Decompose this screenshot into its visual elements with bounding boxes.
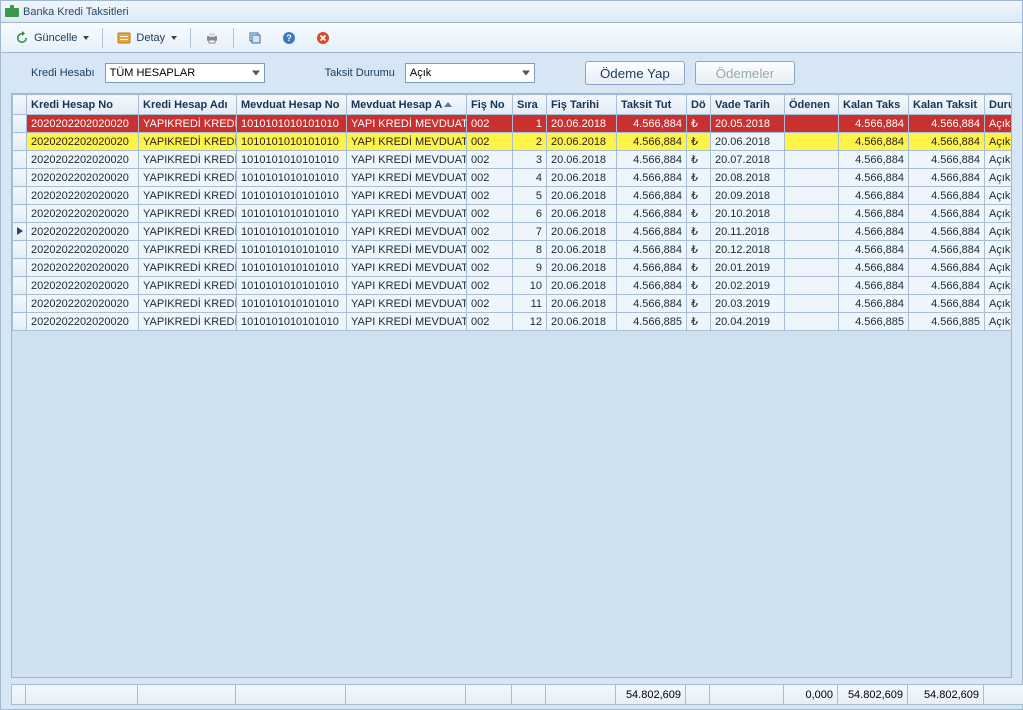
row-header-corner[interactable] [13,95,27,115]
account-label: Kredi Hesabı [31,67,95,79]
table-row[interactable]: 2020202202020020YAPIKREDİ KREDİ H1010101… [13,205,1012,223]
col-kalan-taksit-1[interactable]: Kalan Taks [839,95,909,115]
close-icon [315,30,331,46]
table-row[interactable]: 2020202202020020YAPIKREDİ KREDİ H1010101… [13,187,1012,205]
refresh-button[interactable]: Güncelle [7,27,96,49]
header-row: Kredi Hesap No Kredi Hesap Adı Mevduat H… [13,95,1012,115]
window-title: Banka Kredi Taksitleri [23,6,129,18]
col-fis-no[interactable]: Fiş No [467,95,513,115]
table-row[interactable]: 2020202202020020YAPIKREDİ KREDİ H1010101… [13,241,1012,259]
col-kredi-hesap-no[interactable]: Kredi Hesap No [27,95,139,115]
table-row[interactable]: 2020202202020020YAPIKREDİ KREDİ H1010101… [13,259,1012,277]
toolbar: Güncelle Detay ? [1,23,1022,53]
toolbar-separator [102,28,103,48]
col-taksit-tutari[interactable]: Taksit Tut [617,95,687,115]
detail-icon [116,30,132,46]
filter-bar: Kredi Hesabı TÜM HESAPLAR Taksit Durumu … [1,53,1022,93]
grid-scroll[interactable]: Kredi Hesap No Kredi Hesap Adı Mevduat H… [12,94,1011,677]
table-row[interactable]: 2020202202020020YAPIKREDİ KREDİ H1010101… [13,295,1012,313]
table-row[interactable]: 2020202202020020YAPIKREDİ KREDİ H1010101… [13,115,1012,133]
table-row[interactable]: 2020202202020020YAPIKREDİ KREDİ H1010101… [13,133,1012,151]
total-odenen: 0,000 [784,685,838,705]
table-row[interactable]: 2020202202020020YAPIKREDİ KREDİ H1010101… [13,151,1012,169]
col-durumu[interactable]: Durumu [985,95,1012,115]
close-button[interactable] [308,27,338,49]
app-window: Banka Kredi Taksitleri Güncelle Detay [0,0,1023,710]
current-row-indicator-icon [17,227,23,235]
detail-label: Detay [136,32,165,44]
total-taksit: 54.802,609 [616,685,686,705]
app-icon [5,5,19,19]
col-mevduat-hesap-no[interactable]: Mevduat Hesap No [237,95,347,115]
table-row[interactable]: 2020202202020020YAPIKREDİ KREDİ H1010101… [13,223,1012,241]
totals-row: 54.802,609 0,000 54.802,609 54.802,609 [12,685,1023,705]
toolbar-separator [190,28,191,48]
sort-indicator-icon [444,102,452,107]
detail-button[interactable]: Detay [109,27,184,49]
payments-button[interactable]: Ödemeler [695,61,795,85]
table-row[interactable]: 2020202202020020YAPIKREDİ KREDİ H1010101… [13,277,1012,295]
svg-text:?: ? [286,33,292,43]
total-kalan1: 54.802,609 [838,685,908,705]
grid: Kredi Hesap No Kredi Hesap Adı Mevduat H… [11,93,1012,678]
total-kalan2: 54.802,609 [908,685,984,705]
col-mevduat-hesap-adi[interactable]: Mevduat Hesap A [347,95,467,115]
copy-button[interactable] [240,27,270,49]
help-icon: ? [281,30,297,46]
col-sira[interactable]: Sıra [513,95,547,115]
copy-icon [247,30,263,46]
col-doviz[interactable]: Dö [687,95,711,115]
print-button[interactable] [197,27,227,49]
chevron-down-icon [171,36,177,40]
help-button[interactable]: ? [274,27,304,49]
status-combo[interactable]: Açık [405,63,535,83]
account-combo[interactable]: TÜM HESAPLAR [105,63,265,83]
account-combo-value: TÜM HESAPLAR [110,67,196,79]
col-fis-tarihi[interactable]: Fiş Tarihi [547,95,617,115]
totals-bar: 54.802,609 0,000 54.802,609 54.802,609 [11,684,1012,705]
refresh-label: Güncelle [34,32,77,44]
col-odenen[interactable]: Ödenen [785,95,839,115]
toolbar-separator [233,28,234,48]
refresh-icon [14,30,30,46]
grid-table: Kredi Hesap No Kredi Hesap Adı Mevduat H… [12,94,1011,331]
chevron-down-icon [83,36,89,40]
col-kredi-hesap-adi[interactable]: Kredi Hesap Adı [139,95,237,115]
print-icon [204,30,220,46]
status-label: Taksit Durumu [325,67,395,79]
titlebar: Banka Kredi Taksitleri [1,1,1022,23]
table-row[interactable]: 2020202202020020YAPIKREDİ KREDİ H1010101… [13,313,1012,331]
col-kalan-taksit-2[interactable]: Kalan Taksit [909,95,985,115]
col-vade-tarihi[interactable]: Vade Tarih [711,95,785,115]
status-combo-value: Açık [410,67,431,79]
pay-button[interactable]: Ödeme Yap [585,61,685,85]
table-row[interactable]: 2020202202020020YAPIKREDİ KREDİ H1010101… [13,169,1012,187]
